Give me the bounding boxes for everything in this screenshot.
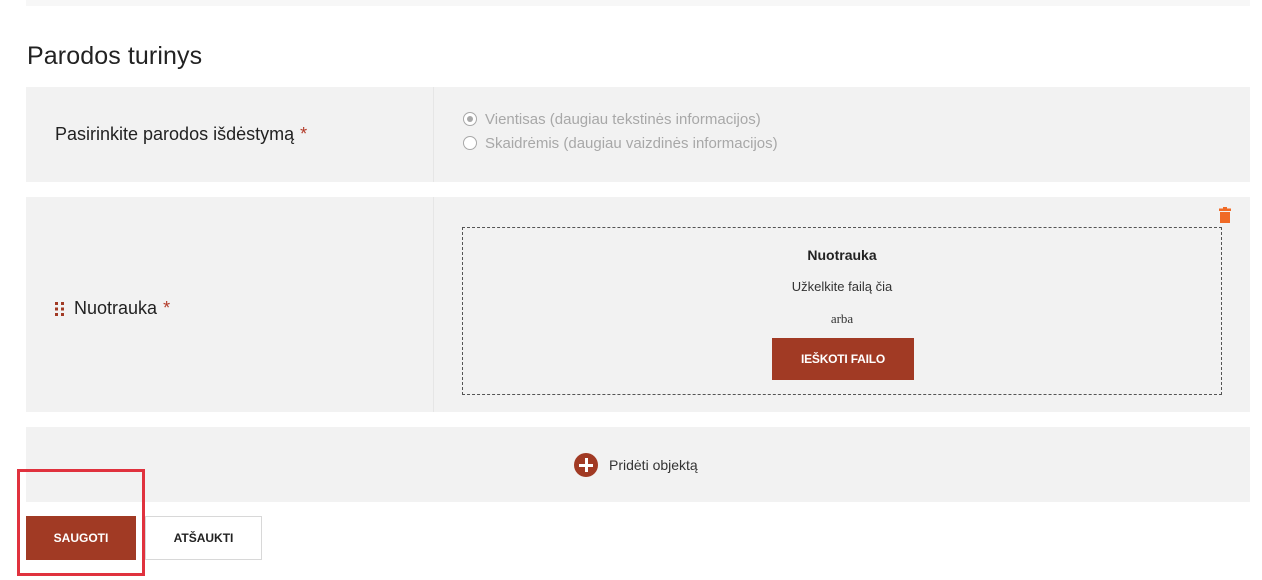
required-mark: * bbox=[300, 124, 308, 144]
trash-icon[interactable] bbox=[1219, 207, 1231, 228]
radio-unchecked-icon[interactable] bbox=[463, 136, 477, 150]
layout-radio-group: Vientisas (daugiau tekstinės informacijo… bbox=[463, 107, 778, 155]
panel-divider bbox=[433, 197, 434, 412]
photo-field-label-text: Nuotrauka bbox=[74, 298, 158, 318]
layout-option-label: Skaidrėmis (daugiau vaizdinės informacij… bbox=[485, 134, 778, 152]
layout-field-panel: Pasirinkite parodos išdėstymą * Vientisas… bbox=[26, 87, 1250, 182]
required-mark: * bbox=[163, 298, 171, 318]
add-object-label: Pridėti objektą bbox=[609, 457, 698, 473]
dropzone-or-text: arba bbox=[830, 311, 854, 326]
drag-handle-icon[interactable] bbox=[55, 301, 65, 317]
layout-option-skaidremis[interactable]: Skaidrėmis (daugiau vaizdinės informacij… bbox=[463, 131, 778, 155]
top-divider bbox=[26, 0, 1250, 6]
photo-field-panel: Nuotrauka * Nuotrauka Užkelkite failą čia… bbox=[26, 197, 1250, 412]
dropzone-title: Nuotrauka bbox=[807, 247, 877, 263]
radio-checked-icon[interactable] bbox=[463, 112, 477, 126]
photo-field-label: Nuotrauka * bbox=[55, 298, 170, 319]
add-object-button[interactable]: Pridėti objektą bbox=[574, 453, 698, 477]
layout-field-label: Pasirinkite parodos išdėstymą * bbox=[55, 124, 307, 145]
save-button[interactable]: SAUGOTI bbox=[26, 516, 136, 560]
panel-divider bbox=[433, 87, 434, 182]
plus-circle-icon[interactable] bbox=[574, 453, 598, 477]
layout-option-label: Vientisas (daugiau tekstinės informacijo… bbox=[485, 110, 761, 128]
file-dropzone[interactable]: Nuotrauka Užkelkite failą čia arba IEŠKO… bbox=[462, 227, 1222, 395]
dropzone-instruction: Užkelkite failą čia bbox=[791, 279, 893, 294]
layout-option-vientisas[interactable]: Vientisas (daugiau tekstinės informacijo… bbox=[463, 107, 778, 131]
section-title: Parodos turinys bbox=[27, 42, 203, 70]
layout-field-label-text: Pasirinkite parodos išdėstymą bbox=[55, 124, 295, 144]
cancel-button[interactable]: ATŠAUKTI bbox=[145, 516, 262, 560]
add-object-panel: Pridėti objektą bbox=[26, 427, 1250, 502]
browse-file-button[interactable]: IEŠKOTI FAILO bbox=[772, 338, 914, 380]
